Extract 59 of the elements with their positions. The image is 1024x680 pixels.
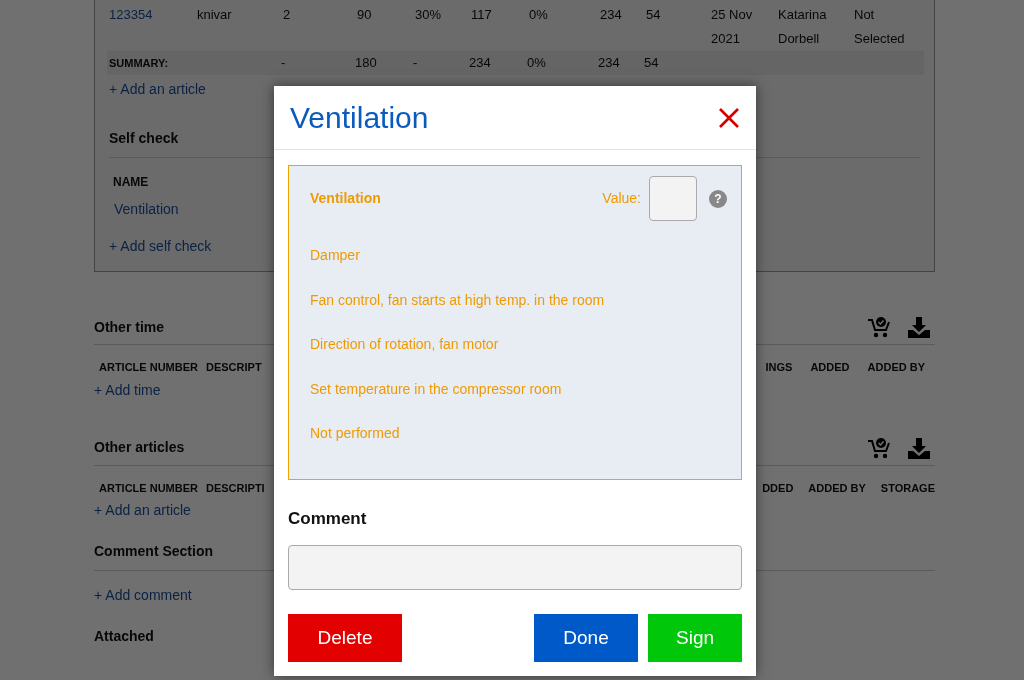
table-cell-text: 2 xyxy=(283,6,292,24)
delete-button[interactable]: Delete xyxy=(288,614,402,662)
check-option[interactable]: Fan control, fan starts at high temp. in the room xyxy=(310,289,605,311)
table-cell-text: 54 xyxy=(646,6,662,24)
column-header: ADDED BY xyxy=(867,360,925,375)
column-header: ARTICLE NUMBER xyxy=(99,480,198,496)
table-cell-text: knivar xyxy=(197,6,233,24)
table-cell-text: 30% xyxy=(415,6,443,24)
cart-check-icon[interactable] xyxy=(867,316,891,338)
add-article-link[interactable]: + Add an article xyxy=(109,79,206,100)
value-field[interactable] xyxy=(649,176,697,221)
download-icon[interactable] xyxy=(907,436,931,459)
column-header: ADDED xyxy=(810,360,850,375)
column-header: DESCRIPT xyxy=(206,360,262,375)
table-cell-text: 117 xyxy=(471,6,493,24)
column-header: DESCRIPTI xyxy=(206,480,265,496)
table-cell-text: - xyxy=(281,54,287,72)
table-cell-text: Katarina Dorbell xyxy=(778,6,828,48)
table-cell-text: 234 xyxy=(598,54,621,72)
column-header: DDED xyxy=(762,480,794,496)
check-option[interactable]: Set temperature in the compressor room xyxy=(310,378,562,400)
value-label: Value: xyxy=(602,189,641,208)
table-cell-text: 0% xyxy=(527,54,547,72)
table-cell-text: 0% xyxy=(529,6,549,24)
summary-label: SUMMARY: xyxy=(108,56,170,71)
column-header: ADDED BY xyxy=(808,480,866,496)
close-button[interactable] xyxy=(718,105,740,130)
help-icon[interactable]: ? xyxy=(709,189,727,208)
table-cell-text: Not Selected xyxy=(854,6,906,48)
check-option[interactable]: Direction of rotation, fan motor xyxy=(310,334,499,356)
check-option[interactable]: Not performed xyxy=(310,423,400,445)
table-cell-text: 90 xyxy=(357,6,373,24)
section-title: Comment Section xyxy=(94,542,213,561)
section-title: Attached xyxy=(94,627,154,646)
article-link[interactable]: 123354 xyxy=(109,3,197,51)
column-header: INGS xyxy=(765,360,793,375)
download-icon[interactable] xyxy=(907,316,931,338)
column-header: ARTICLE NUMBER xyxy=(99,360,198,375)
sign-button[interactable]: Sign xyxy=(648,614,742,662)
table-cell-text: 234 xyxy=(600,6,623,24)
check-name: Ventilation xyxy=(310,189,381,208)
section-title: Other articles xyxy=(94,438,185,457)
add-self-check-link[interactable]: + Add self check xyxy=(109,236,212,257)
table-cell-text: 234 xyxy=(469,54,492,72)
done-button[interactable]: Done xyxy=(534,614,638,662)
table-cell-text: 25 Nov 2021 xyxy=(711,6,754,48)
cart-check-icon[interactable] xyxy=(867,436,891,459)
add-link[interactable]: + Add time xyxy=(94,379,161,401)
add-link[interactable]: + Add an article xyxy=(94,500,191,521)
section-title: Other time xyxy=(94,317,164,337)
column-header: STORAGE xyxy=(880,480,935,496)
table-cell-text: - xyxy=(413,54,419,72)
comment-field[interactable] xyxy=(288,545,742,590)
column-header: NAME xyxy=(113,174,150,191)
check-option[interactable]: Damper xyxy=(310,245,360,267)
table-cell-text: 180 xyxy=(355,54,378,72)
comment-label: Comment xyxy=(288,507,368,530)
add-link[interactable]: + Add comment xyxy=(94,585,192,606)
table-cell-text: 54 xyxy=(644,54,660,72)
